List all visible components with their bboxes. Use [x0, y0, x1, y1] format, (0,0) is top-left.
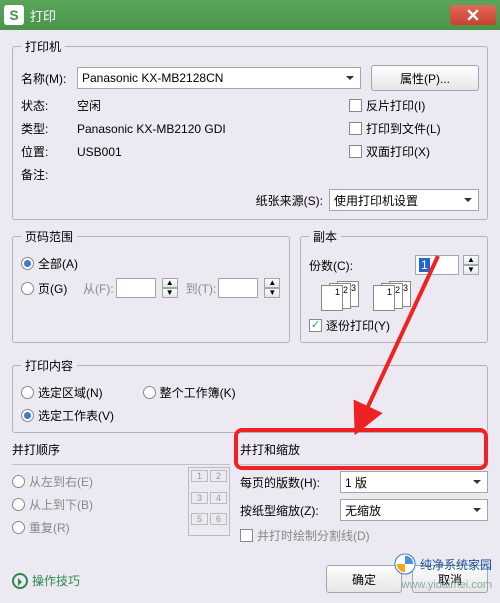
duplex-checkbox[interactable]: 双面打印(X): [349, 143, 479, 160]
collate-label: 逐份打印(Y): [326, 317, 390, 334]
printer-name-value: Panasonic KX-MB2128CN: [82, 71, 223, 85]
perpage-value: 1 版: [345, 474, 367, 491]
close-button[interactable]: [450, 5, 496, 25]
checkbox-icon: [349, 145, 362, 158]
comment-label: 备注:: [21, 166, 77, 183]
printer-name-select[interactable]: Panasonic KX-MB2128CN: [77, 67, 361, 89]
printer-legend: 打印机: [21, 38, 65, 55]
printer-properties-label: 属性(P)...: [400, 70, 450, 87]
copies-count-label: 份数(C):: [309, 257, 353, 274]
range-pages-radio[interactable]: 页(G): [21, 280, 83, 297]
status-label: 状态:: [21, 97, 77, 114]
content-group: 打印内容 选定区域(N) 整个工作簿(K) 选定工作表(V): [12, 357, 488, 433]
order-repeat-radio: 重复(R): [12, 519, 178, 536]
zoom-value: 无缩放: [345, 502, 381, 519]
from-spinner[interactable]: ▲▼: [162, 278, 178, 298]
copies-input[interactable]: 1: [415, 255, 459, 275]
range-legend: 页码范围: [21, 228, 77, 245]
radio-icon: [21, 386, 34, 399]
zoom-label: 按纸型缩放(Z):: [240, 502, 340, 519]
where-label: 位置:: [21, 143, 77, 160]
radio-icon: [12, 521, 25, 534]
checkbox-icon: [240, 529, 253, 542]
content-sheet-label: 选定工作表(V): [38, 407, 114, 424]
radio-icon: [21, 409, 34, 422]
zoom-select[interactable]: 无缩放: [340, 499, 488, 521]
range-group: 页码范围 全部(A) 页(G) 从(F): ▲▼ 到(T): ▲▼: [12, 228, 290, 343]
copies-group: 副本 份数(C): 1 ▲▼ 321 321 逐份打印(Y): [300, 228, 488, 343]
content-selection-label: 选定区域(N): [38, 384, 103, 401]
copies-spinner[interactable]: ▲▼: [463, 255, 479, 275]
papersource-label: 纸张来源(S):: [256, 192, 323, 209]
radio-icon: [12, 475, 25, 488]
range-pages-label: 页(G): [38, 280, 67, 297]
perpage-label: 每页的版数(H):: [240, 474, 340, 491]
radio-icon: [21, 282, 34, 295]
play-icon: [12, 573, 28, 589]
order-heading: 并打顺序: [12, 441, 230, 458]
order-repeat-label: 重复(R): [29, 519, 70, 536]
content-legend: 打印内容: [21, 357, 77, 374]
checkbox-icon: [349, 122, 362, 135]
reverse-label: 反片打印(I): [366, 97, 425, 114]
app-icon: S: [4, 5, 24, 25]
to-input[interactable]: [218, 278, 258, 298]
tips-label: 操作技巧: [32, 572, 80, 589]
ok-button[interactable]: 确定: [326, 565, 402, 593]
order-lr-label: 从左到右(E): [29, 473, 93, 490]
printer-group: 打印机 名称(M): Panasonic KX-MB2128CN 属性(P)..…: [12, 38, 488, 220]
radio-icon: [12, 498, 25, 511]
order-group: 并打顺序 从左到右(E) 从上到下(B) 重复(R): [12, 441, 230, 544]
range-all-radio[interactable]: 全部(A): [21, 255, 78, 272]
print-to-file-checkbox[interactable]: 打印到文件(L): [349, 120, 479, 137]
content-workbook-radio[interactable]: 整个工作簿(K): [143, 384, 236, 401]
from-input[interactable]: [116, 278, 156, 298]
ok-label: 确定: [352, 571, 376, 588]
printer-name-label: 名称(M):: [21, 70, 77, 87]
printer-properties-button[interactable]: 属性(P)...: [371, 65, 479, 91]
to-label: 到(T):: [186, 280, 217, 297]
checkbox-icon: [309, 319, 322, 332]
to-spinner[interactable]: ▲▼: [264, 278, 280, 298]
watermark-brand: 纯净系统家园: [394, 553, 492, 575]
copies-legend: 副本: [309, 228, 341, 245]
reverse-print-checkbox[interactable]: 反片打印(I): [349, 97, 479, 114]
tips-link[interactable]: 操作技巧: [12, 572, 80, 589]
perpage-select[interactable]: 1 版: [340, 471, 488, 493]
from-label: 从(F):: [83, 280, 114, 297]
type-label: 类型:: [21, 120, 77, 137]
radio-icon: [143, 386, 156, 399]
type-value: Panasonic KX-MB2120 GDI: [77, 122, 349, 136]
content-workbook-label: 整个工作簿(K): [160, 384, 236, 401]
collate-preview: 321 321: [321, 281, 479, 311]
content-sheet-radio[interactable]: 选定工作表(V): [21, 407, 114, 424]
collate-checkbox[interactable]: 逐份打印(Y): [309, 317, 390, 334]
where-value: USB001: [77, 145, 349, 159]
order-tb-radio: 从上到下(B): [12, 496, 178, 513]
status-value: 空闲: [77, 97, 349, 114]
window-title: 打印: [30, 6, 56, 25]
range-all-label: 全部(A): [38, 255, 78, 272]
drawlines-label: 并打时绘制分割线(D): [257, 527, 370, 544]
watermark-logo-icon: [394, 553, 416, 575]
duplex-label: 双面打印(X): [366, 143, 430, 160]
copies-value: 1: [419, 258, 430, 272]
scale-group: 并打和缩放 每页的版数(H): 1 版 按纸型缩放(Z): 无缩放 并打时绘制分…: [240, 441, 488, 544]
order-lr-radio: 从左到右(E): [12, 473, 178, 490]
scale-heading: 并打和缩放: [240, 441, 488, 458]
watermark-url: www.yidaimei.com: [402, 579, 492, 591]
order-preview-icon: 123456: [188, 467, 230, 536]
papersource-select[interactable]: 使用打印机设置: [329, 189, 479, 211]
papersource-value: 使用打印机设置: [334, 192, 418, 209]
drawlines-checkbox: 并打时绘制分割线(D): [240, 527, 488, 544]
radio-icon: [21, 257, 34, 270]
order-tb-label: 从上到下(B): [29, 496, 93, 513]
watermark-text: 纯净系统家园: [420, 556, 492, 573]
content-selection-radio[interactable]: 选定区域(N): [21, 384, 103, 401]
checkbox-icon: [349, 99, 362, 112]
close-icon: [467, 9, 479, 21]
tofile-label: 打印到文件(L): [366, 120, 441, 137]
